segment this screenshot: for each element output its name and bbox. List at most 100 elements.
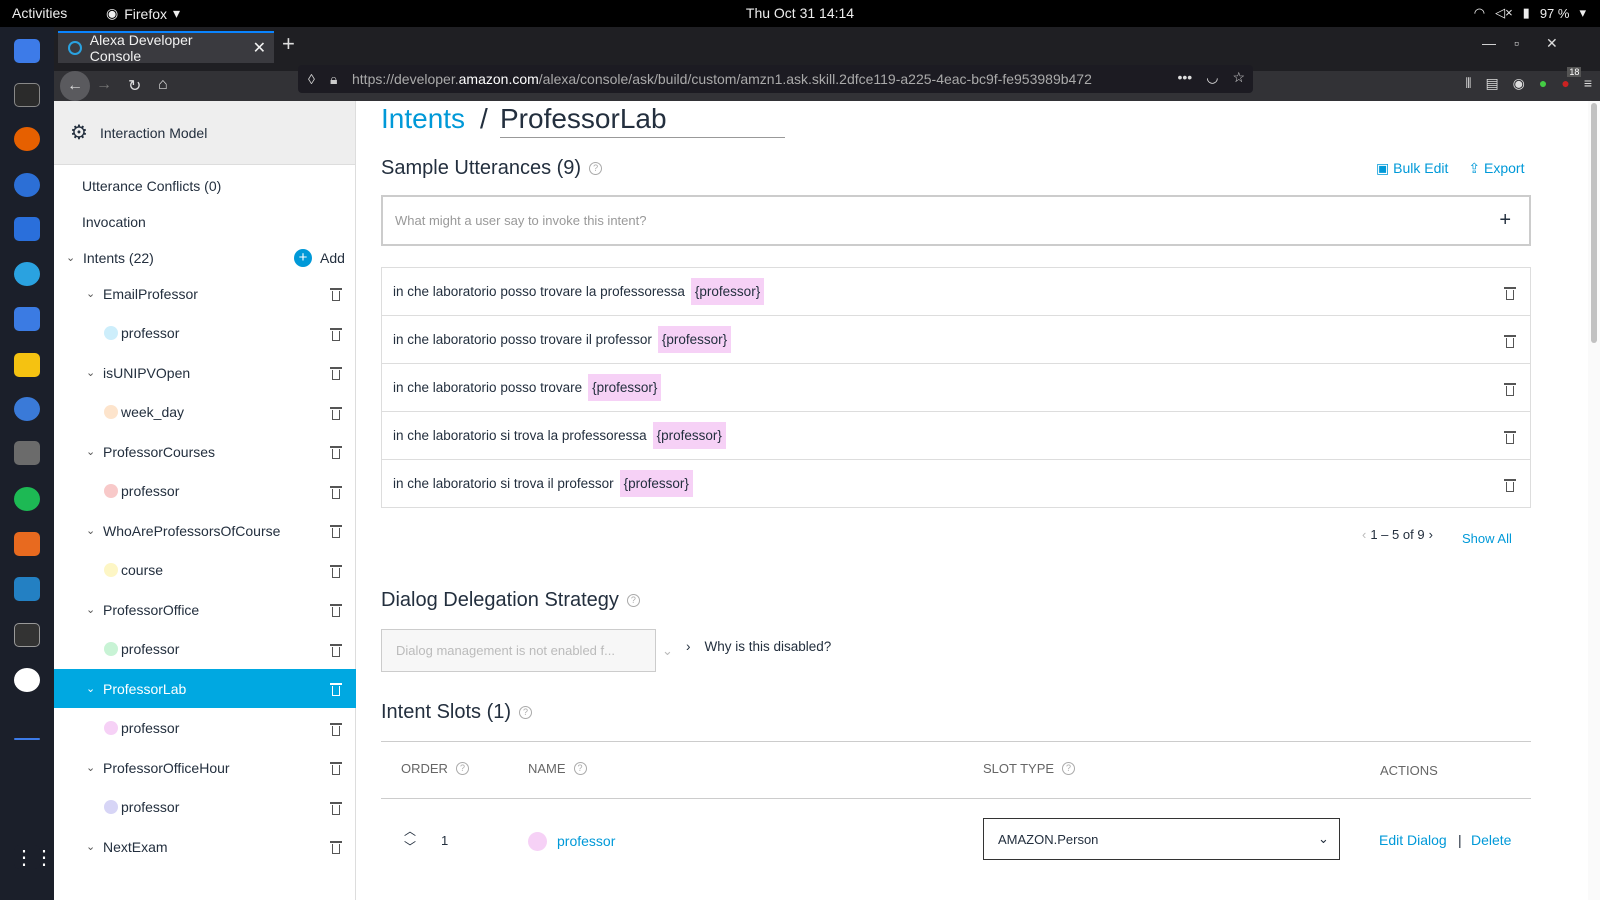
thunderbird-icon[interactable] bbox=[14, 173, 40, 197]
chevron-down-icon[interactable]: ⌄ bbox=[86, 682, 95, 695]
intent-item[interactable]: ⌄ WhoAreProfessorsOfCourse bbox=[54, 511, 356, 550]
interaction-model-header[interactable]: ⚙ Interaction Model bbox=[54, 101, 355, 165]
settings-gear-icon[interactable] bbox=[14, 668, 40, 692]
intent-item[interactable]: ⌄ isUNIPVOpen bbox=[54, 353, 356, 392]
trash-icon[interactable] bbox=[330, 326, 342, 341]
scrollbar-thumb[interactable] bbox=[1591, 103, 1597, 343]
trash-icon[interactable] bbox=[330, 839, 342, 854]
chevron-down-icon[interactable]: ⌄ bbox=[86, 366, 95, 379]
export-button[interactable]: ⇪ Export bbox=[1468, 160, 1524, 177]
trash-icon[interactable] bbox=[1504, 477, 1516, 492]
account-icon[interactable]: ◉ bbox=[1513, 75, 1525, 92]
nav-intents[interactable]: ⌄ Intents (22) + Add bbox=[54, 238, 356, 277]
intent-item[interactable]: ⌄ EmailProfessor bbox=[54, 274, 356, 313]
ublock-extension-icon[interactable]: ● 18 bbox=[1561, 67, 1582, 92]
utterance-row[interactable]: in che laboratorio posso trovare la prof… bbox=[381, 267, 1531, 316]
chevron-down-icon[interactable]: ⌄ bbox=[86, 603, 95, 616]
help-icon[interactable]: ? bbox=[626, 594, 640, 607]
system-monitor-icon[interactable] bbox=[14, 623, 40, 647]
maximize-window-button[interactable]: ▫ bbox=[1514, 35, 1519, 51]
page-scrollbar[interactable] bbox=[1588, 101, 1600, 900]
slot-item[interactable]: professor bbox=[54, 630, 356, 669]
help-icon[interactable]: ? bbox=[1062, 762, 1076, 775]
bulk-edit-button[interactable]: ▣ Bulk Edit bbox=[1376, 160, 1448, 177]
chevron-down-icon[interactable]: ⌄ bbox=[86, 287, 95, 300]
extension-icon[interactable]: ● bbox=[1539, 75, 1547, 92]
trash-icon[interactable] bbox=[330, 405, 342, 420]
presentation-app-icon[interactable] bbox=[14, 532, 40, 556]
trash-icon[interactable] bbox=[330, 760, 342, 775]
terminal-icon[interactable] bbox=[14, 83, 40, 107]
trash-icon[interactable] bbox=[1504, 381, 1516, 396]
next-page-icon[interactable]: › bbox=[1429, 527, 1433, 542]
dialog-delegation-select[interactable]: Dialog management is not enabled f... ⌄ bbox=[381, 629, 673, 672]
trash-icon[interactable] bbox=[1504, 285, 1516, 300]
slot-type-select[interactable]: AMAZON.Person ⌄ bbox=[983, 818, 1340, 860]
minimize-window-button[interactable]: — bbox=[1482, 35, 1496, 51]
url-bar[interactable]: ◊ 🔒︎ https://developer. amazon.com/alexa/… bbox=[298, 65, 1253, 93]
tab-alexa-console[interactable]: Alexa Developer Console ✕ bbox=[58, 31, 274, 64]
page-actions-icon[interactable]: ••• bbox=[1177, 69, 1193, 86]
why-disabled-toggle[interactable]: › Why is this disabled? bbox=[686, 639, 831, 654]
system-status[interactable]: ◠ ◁× ▮ 97 % ▾ bbox=[1474, 5, 1586, 21]
trash-icon[interactable] bbox=[330, 444, 342, 459]
slot-item[interactable]: professor bbox=[54, 788, 356, 827]
intent-item[interactable]: ⌄ NextExam bbox=[54, 827, 356, 866]
trash-icon[interactable] bbox=[330, 523, 342, 538]
slot-token[interactable]: {professor} bbox=[652, 422, 726, 449]
back-button[interactable]: ← bbox=[60, 71, 90, 101]
clock[interactable]: Thu Oct 31 14:14 bbox=[0, 5, 1600, 21]
chevron-down-icon[interactable]: ⌄ bbox=[86, 761, 95, 774]
help-icon[interactable]: ? bbox=[519, 706, 533, 719]
utterance-row[interactable]: in che laboratorio si trova la professor… bbox=[381, 411, 1531, 460]
chevron-down-icon[interactable]: ⌄ bbox=[86, 445, 95, 458]
intent-item[interactable]: ⌄ ProfessorCourses bbox=[54, 432, 356, 471]
trash-icon[interactable] bbox=[330, 286, 342, 301]
slot-item[interactable]: course bbox=[54, 551, 356, 590]
trash-icon[interactable] bbox=[330, 721, 342, 736]
telegram-icon[interactable] bbox=[14, 262, 40, 286]
trash-icon[interactable] bbox=[1504, 333, 1516, 348]
new-tab-button[interactable]: + bbox=[282, 31, 295, 57]
notes-icon[interactable] bbox=[14, 353, 40, 377]
files-app-icon[interactable] bbox=[14, 39, 40, 63]
forward-button[interactable]: → bbox=[96, 76, 112, 94]
show-all-link[interactable]: Show All bbox=[1462, 531, 1512, 546]
gimp-icon[interactable] bbox=[14, 441, 40, 465]
home-button[interactable]: ⌂ bbox=[158, 76, 168, 94]
utterance-row[interactable]: in che laboratorio posso trovare {profess… bbox=[381, 363, 1531, 412]
trash-icon[interactable] bbox=[1504, 429, 1516, 444]
reload-button[interactable]: ↻ bbox=[128, 76, 141, 96]
utterance-row[interactable]: in che laboratorio si trova il professor… bbox=[381, 459, 1531, 508]
slot-token[interactable]: {professor} bbox=[619, 470, 693, 497]
add-intent-button[interactable]: + Add bbox=[294, 249, 345, 267]
trash-icon[interactable] bbox=[330, 365, 342, 380]
trash-icon[interactable] bbox=[330, 642, 342, 657]
slot-item[interactable]: professor bbox=[54, 709, 356, 748]
edit-dialog-link[interactable]: Edit Dialog bbox=[1379, 832, 1447, 848]
move-up-icon[interactable]: ︿ bbox=[404, 823, 416, 839]
slot-item[interactable]: professor bbox=[54, 314, 356, 353]
library-icon[interactable]: ⫴ bbox=[1466, 75, 1472, 92]
utterance-row[interactable]: in che laboratorio posso trovare il prof… bbox=[381, 315, 1531, 364]
chevron-down-icon[interactable]: ⌄ bbox=[86, 840, 95, 853]
hamburger-menu-icon[interactable]: ≡ bbox=[1584, 75, 1592, 92]
nextcloud-icon[interactable] bbox=[14, 577, 40, 601]
help-icon[interactable]: ? bbox=[455, 762, 469, 775]
breadcrumb-intents-link[interactable]: Intents bbox=[381, 103, 465, 135]
slot-token[interactable]: {professor} bbox=[690, 278, 765, 305]
pocket-icon[interactable]: ◡ bbox=[1206, 69, 1219, 86]
nav-invocation[interactable]: Invocation bbox=[54, 202, 356, 241]
delete-slot-link[interactable]: Delete bbox=[1471, 832, 1511, 848]
intent-item[interactable]: ⌄ ProfessorLab bbox=[54, 669, 356, 708]
trash-icon[interactable] bbox=[330, 563, 342, 578]
trash-icon[interactable] bbox=[330, 681, 342, 696]
sidebar-toggle-icon[interactable]: ▤ bbox=[1485, 75, 1498, 92]
slot-item[interactable]: professor bbox=[54, 472, 356, 511]
show-apps-grid-icon[interactable]: ⋮⋮ bbox=[14, 845, 54, 869]
help-icon[interactable]: ? bbox=[573, 762, 587, 775]
bookmark-star-icon[interactable]: ☆ bbox=[1232, 69, 1245, 86]
slot-item[interactable]: week_day bbox=[54, 393, 356, 432]
intent-item[interactable]: ⌄ ProfessorOfficeHour bbox=[54, 748, 356, 787]
spotify-icon[interactable] bbox=[14, 487, 40, 511]
